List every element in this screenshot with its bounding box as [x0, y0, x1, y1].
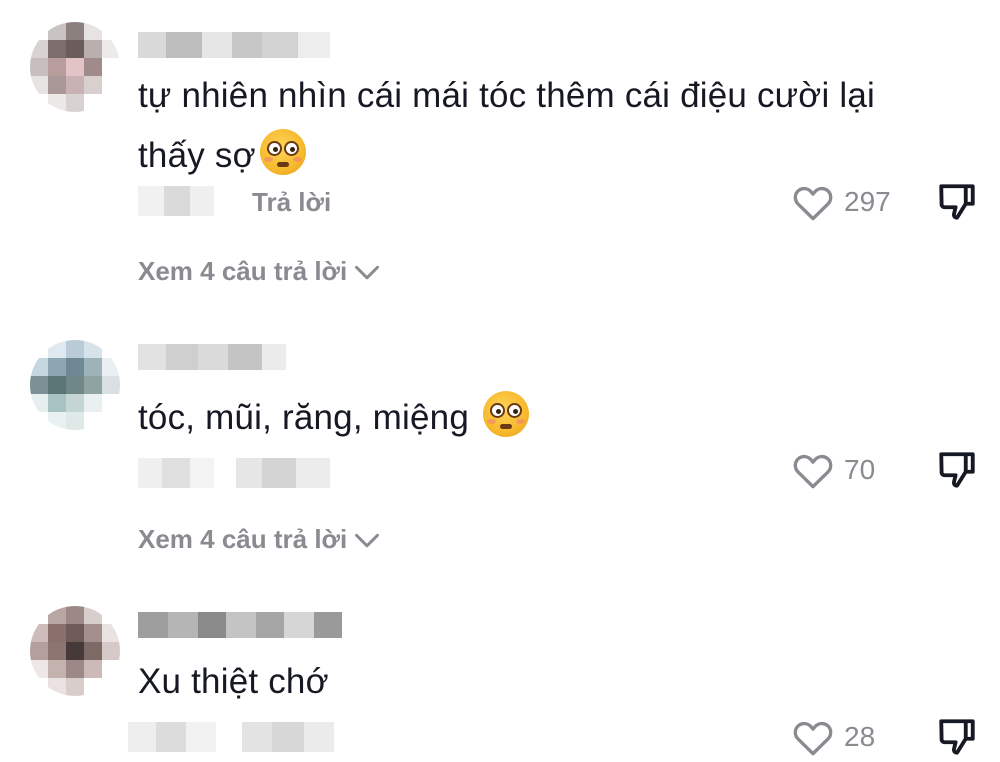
- chevron-down-icon: [355, 533, 380, 547]
- username-blurred[interactable]: [138, 32, 330, 58]
- comment-text: Xu thiệt chớ: [138, 652, 938, 712]
- reply-button[interactable]: Trả lời: [252, 187, 331, 218]
- username-blurred[interactable]: [138, 344, 286, 370]
- metadata-blurred: [138, 458, 330, 488]
- like-button[interactable]: 28: [792, 717, 875, 757]
- view-replies-button[interactable]: Xem 4 câu trả lời: [138, 256, 381, 287]
- heart-icon: [793, 721, 833, 756]
- dislike-icon[interactable]: [936, 449, 978, 491]
- like-count: 70: [844, 454, 876, 485]
- like-count: 28: [844, 721, 876, 752]
- flushed-face-icon: [483, 391, 530, 437]
- view-replies-label: Xem 4 câu trả lời: [138, 524, 348, 554]
- comment-text-content: tự nhiên nhìn cái mái tóc thêm cái điệu …: [138, 76, 875, 175]
- timestamp-blurred: [138, 186, 214, 216]
- comment-text: tóc, mũi, răng, miệng: [138, 388, 938, 448]
- avatar[interactable]: [30, 340, 120, 430]
- view-replies-button[interactable]: Xem 4 câu trả lời: [138, 524, 381, 555]
- comment-text-content: tóc, mũi, răng, miệng: [138, 398, 470, 437]
- dislike-icon[interactable]: [936, 181, 978, 223]
- heart-icon: [793, 186, 833, 221]
- flushed-face-icon: [259, 129, 306, 175]
- like-button[interactable]: 70: [792, 450, 875, 490]
- heart-icon: [793, 454, 833, 489]
- like-count: 297: [844, 186, 891, 217]
- username-blurred[interactable]: [138, 612, 342, 638]
- dislike-icon[interactable]: [936, 716, 978, 758]
- like-button[interactable]: 297: [792, 182, 891, 222]
- chevron-down-icon: [355, 265, 380, 279]
- view-replies-label: Xem 4 câu trả lời: [138, 256, 348, 286]
- comment-text-content: Xu thiệt chớ: [138, 662, 329, 701]
- avatar[interactable]: [30, 22, 120, 112]
- comment-text: tự nhiên nhìn cái mái tóc thêm cái điệu …: [138, 66, 938, 186]
- metadata-blurred: [128, 722, 334, 752]
- avatar[interactable]: [30, 606, 120, 696]
